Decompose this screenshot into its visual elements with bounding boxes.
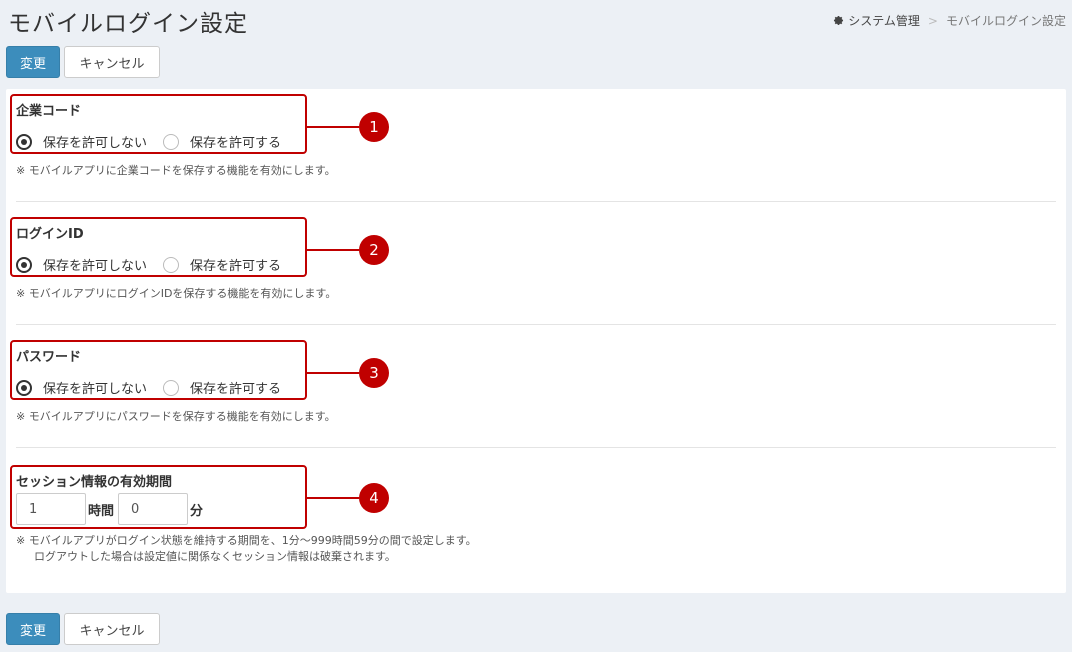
field-label: パスワード	[16, 350, 82, 365]
hours-unit: 時間	[88, 503, 115, 519]
divider	[16, 447, 1056, 448]
top-toolbar: 変更 キャンセル	[6, 46, 160, 78]
cancel-button[interactable]: キャンセル	[64, 46, 160, 78]
help-line-2: ログアウトした場合は設定値に関係なくセッション情報は破棄されます。	[34, 550, 396, 563]
annotation-connector	[307, 126, 359, 128]
radio-checked-icon[interactable]	[16, 133, 32, 150]
radio-label: 保存を許可する	[190, 259, 282, 274]
annotation-connector	[307, 497, 359, 499]
cancel-button[interactable]: キャンセル	[64, 613, 160, 645]
divider	[16, 324, 1056, 325]
help-text: ※ モバイルアプリにログインIDを保存する機能を有効にします。	[16, 287, 337, 300]
annotation-connector	[307, 372, 359, 374]
minutes-unit: 分	[190, 503, 204, 519]
annotation-badge: 1	[359, 112, 389, 142]
radio-unchecked-icon[interactable]	[163, 379, 180, 396]
radio-label: 保存を許可する	[190, 136, 282, 151]
gear-icon	[834, 15, 844, 26]
help-text: ※ モバイルアプリに企業コードを保存する機能を有効にします。	[16, 164, 336, 177]
divider	[16, 201, 1056, 202]
breadcrumb: システム管理 > モバイルログイン設定	[833, 12, 1066, 29]
breadcrumb-separator: >	[927, 13, 938, 28]
help-text: ※ モバイルアプリがログイン状態を維持する期間を、1分〜999時間59分の間で設…	[16, 533, 477, 565]
radio-group: 保存を許可しない 保存を許可する	[16, 132, 281, 151]
annotation-badge: 4	[359, 483, 389, 513]
radio-group: 保存を許可しない 保存を許可する	[16, 255, 281, 274]
radio-option-deny[interactable]: 保存を許可しない	[16, 255, 147, 274]
bottom-toolbar: 変更 キャンセル	[6, 613, 160, 645]
radio-label: 保存を許可しない	[43, 136, 148, 151]
annotation-connector	[307, 249, 359, 251]
radio-unchecked-icon[interactable]	[163, 133, 180, 150]
field-label: セッション情報の有効期間	[16, 475, 173, 490]
minutes-input[interactable]: 0	[118, 493, 189, 525]
annotation-badge: 3	[359, 358, 389, 388]
settings-panel: 1 企業コード 保存を許可しない 保存を許可する ※ モバイルアプリに企業コード…	[6, 89, 1066, 593]
save-button[interactable]: 変更	[6, 46, 60, 78]
annotation-badge: 2	[359, 235, 389, 265]
duration-inputs: 1 時間 0 分	[16, 493, 207, 525]
breadcrumb-parent[interactable]: システム管理	[848, 12, 920, 29]
radio-label: 保存を許可する	[190, 382, 282, 397]
radio-label: 保存を許可しない	[43, 259, 148, 274]
field-label: 企業コード	[16, 104, 82, 119]
radio-option-deny[interactable]: 保存を許可しない	[16, 132, 147, 151]
radio-checked-icon[interactable]	[16, 256, 32, 273]
save-button[interactable]: 変更	[6, 613, 60, 645]
radio-option-allow[interactable]: 保存を許可する	[163, 255, 281, 274]
radio-option-allow[interactable]: 保存を許可する	[163, 378, 281, 397]
radio-label: 保存を許可しない	[43, 382, 148, 397]
radio-option-allow[interactable]: 保存を許可する	[163, 132, 281, 151]
page-title: モバイルログイン設定	[8, 11, 248, 37]
help-line-1: ※ モバイルアプリがログイン状態を維持する期間を、1分〜999時間59分の間で設…	[16, 534, 477, 547]
radio-checked-icon[interactable]	[16, 379, 32, 396]
hours-input[interactable]: 1	[16, 493, 86, 525]
help-text: ※ モバイルアプリにパスワードを保存する機能を有効にします。	[16, 410, 336, 423]
radio-group: 保存を許可しない 保存を許可する	[16, 378, 281, 397]
breadcrumb-current: モバイルログイン設定	[945, 14, 1066, 28]
field-label: ログインID	[16, 227, 84, 242]
radio-unchecked-icon[interactable]	[163, 256, 180, 273]
radio-option-deny[interactable]: 保存を許可しない	[16, 378, 147, 397]
